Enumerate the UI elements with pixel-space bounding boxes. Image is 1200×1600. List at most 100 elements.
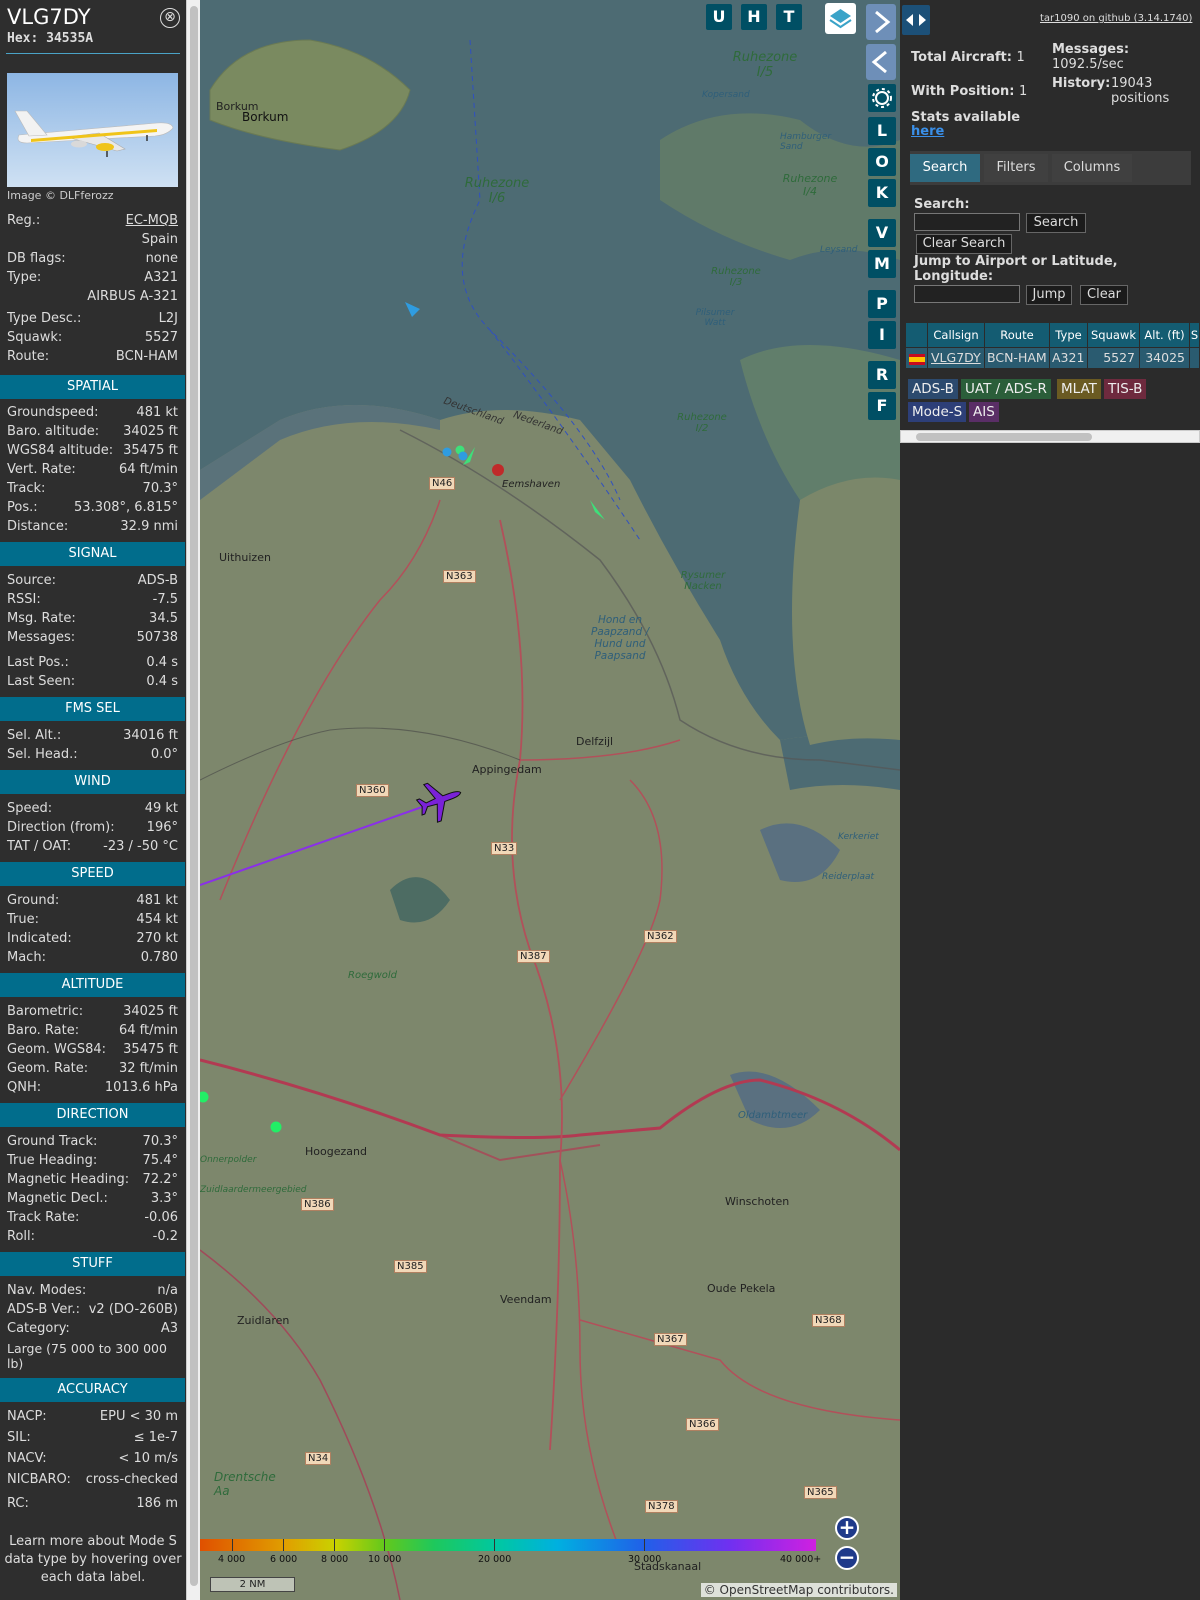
table-horizontal-scrollbar[interactable]: [900, 430, 1200, 443]
button-u[interactable]: U: [706, 4, 732, 30]
search-button[interactable]: Search: [1026, 213, 1086, 233]
table-header-flag[interactable]: [906, 323, 928, 347]
map-label: Zuidlaren: [237, 1314, 290, 1327]
map-label: Hamburger Sand: [780, 132, 832, 152]
map-canvas[interactable]: Borkum Borkum Ruhezone I/5 Ruhezone I/6 …: [200, 0, 900, 1600]
info-panel-scrollbar[interactable]: [186, 0, 200, 1600]
button-v[interactable]: V: [868, 219, 896, 247]
altitude-key-label: 4 000: [218, 1554, 246, 1565]
button-f[interactable]: F: [868, 392, 896, 420]
detail-row: DB flags: none: [7, 251, 178, 266]
table-header-type[interactable]: Type: [1050, 323, 1088, 347]
jump-input[interactable]: [914, 285, 1020, 303]
button-t[interactable]: T: [776, 4, 802, 30]
road-shield: N368: [812, 1314, 845, 1327]
tab-columns[interactable]: Columns: [1052, 154, 1132, 182]
selected-hex: Hex: 34535A: [7, 31, 94, 46]
button-m[interactable]: M: [868, 250, 896, 278]
road-shield: N367: [654, 1333, 687, 1346]
source-badge-adsb: ADS-B: [908, 379, 958, 399]
map-label: Drentsche Aa: [214, 1470, 276, 1498]
layers-button[interactable]: [825, 3, 856, 34]
table-row-altitude[interactable]: 34025: [1140, 348, 1190, 368]
prev-arrow-button[interactable]: [866, 44, 896, 80]
road-shield: N386: [301, 1198, 334, 1211]
zoom-in-button[interactable]: +: [835, 1516, 859, 1540]
close-icon[interactable]: ⊗: [160, 8, 180, 28]
button-r[interactable]: R: [868, 361, 896, 389]
vessel-marker: [458, 451, 468, 461]
button-p[interactable]: P: [868, 290, 896, 318]
stats-link[interactable]: here: [911, 124, 944, 139]
clear-search-button[interactable]: Clear Search: [916, 234, 1012, 254]
map-label: Kerkeriet: [838, 832, 879, 842]
table-row-callsign[interactable]: VLG7DY: [928, 348, 985, 368]
map-label: Reiderplaat: [822, 872, 875, 882]
map-label: Ruhezone I/3: [711, 266, 761, 288]
table-header-route[interactable]: Route: [985, 323, 1050, 347]
spatial-row: Vert. Rate: 64 ft/min: [7, 462, 178, 477]
aircraft-photo[interactable]: [7, 73, 178, 187]
fms-row: Sel. Alt.: 34016 ft: [7, 728, 178, 743]
table-row-speed[interactable]: [1190, 348, 1200, 368]
accuracy-row: RC: 186 m: [7, 1496, 178, 1511]
road-shield: N378: [645, 1500, 678, 1513]
table-row-squawk[interactable]: 5527: [1088, 348, 1140, 368]
detail-row: Type: A321: [7, 270, 178, 285]
button-k[interactable]: K: [868, 179, 896, 207]
speed-row: Ground: 481 kt: [7, 893, 178, 908]
settings-button[interactable]: [868, 84, 896, 112]
source-badge-modes: Mode-S: [908, 402, 967, 422]
zoom-out-button[interactable]: −: [835, 1546, 859, 1570]
altitude-row: QNH: 1013.6 hPa: [7, 1080, 178, 1095]
photo-credit: Image © DLFferozz: [7, 189, 114, 202]
total-aircraft-value: 1: [1016, 50, 1025, 65]
table-header-callsign[interactable]: Callsign: [928, 323, 985, 347]
table-row-route[interactable]: BCN-HAM: [985, 348, 1050, 368]
jump-button[interactable]: Jump: [1026, 285, 1072, 305]
wind-row: Direction (from): 196°: [7, 820, 178, 835]
expand-sidebar-button[interactable]: [902, 5, 930, 35]
road-shield: N360: [356, 784, 389, 797]
messages-label: Messages:: [1052, 42, 1130, 57]
version-link[interactable]: tar1090 on github (3.14.1740): [1040, 13, 1192, 24]
spain-flag-icon: [909, 354, 925, 365]
clear-jump-button[interactable]: Clear: [1080, 285, 1128, 305]
scrollbar-thumb[interactable]: [916, 433, 1092, 441]
vessel-marker: [270, 1121, 282, 1133]
map-attribution[interactable]: © OpenStreetMap contributors.: [700, 1583, 897, 1597]
next-arrow-button[interactable]: [866, 4, 896, 40]
map-label: Hond en Paapzand / Hund und Paapsand: [590, 614, 649, 662]
road-shield: N363: [443, 570, 476, 583]
table-row-flag[interactable]: [906, 348, 928, 368]
table-header-squawk[interactable]: Squawk: [1088, 323, 1140, 347]
detail-row: Spain: [7, 232, 178, 250]
section-header-direction: DIRECTION: [0, 1103, 185, 1127]
table-header-altitude[interactable]: Alt. (ft): [1140, 323, 1190, 347]
table-header-speed[interactable]: S: [1190, 323, 1200, 347]
speed-row: Indicated: 270 kt: [7, 931, 178, 946]
search-input[interactable]: [914, 213, 1020, 231]
button-o[interactable]: O: [868, 148, 896, 176]
chevron-right-icon: [875, 10, 891, 34]
stuff-row: ADS-B Ver.: v2 (DO-260B): [7, 1302, 178, 1317]
altitude-row: Geom. Rate: 32 ft/min: [7, 1061, 178, 1076]
altitude-key-label: 10 000: [368, 1554, 402, 1565]
map-label: Kopersand: [702, 90, 750, 100]
registration-link[interactable]: EC-MQB: [126, 213, 178, 228]
road-shield: N366: [686, 1418, 719, 1431]
table-row-type[interactable]: A321: [1050, 348, 1088, 368]
category-description: Large (75 000 to 300 000 lb): [7, 1341, 167, 1371]
button-i[interactable]: I: [868, 321, 896, 349]
button-l[interactable]: L: [868, 117, 896, 145]
scrollbar-thumb[interactable]: [190, 6, 198, 1586]
detail-row: AIRBUS A-321: [87, 289, 178, 304]
section-header-fms: FMS SEL: [0, 697, 185, 721]
altitude-key-label: 20 000: [478, 1554, 512, 1565]
button-h[interactable]: H: [741, 4, 767, 30]
map-label: Oldambtmeer: [738, 1110, 808, 1121]
altitude-row: Barometric: 34025 ft: [7, 1004, 178, 1019]
header-divider: [6, 53, 180, 54]
tab-filters[interactable]: Filters: [984, 154, 1048, 182]
tab-search[interactable]: Search: [910, 154, 980, 182]
